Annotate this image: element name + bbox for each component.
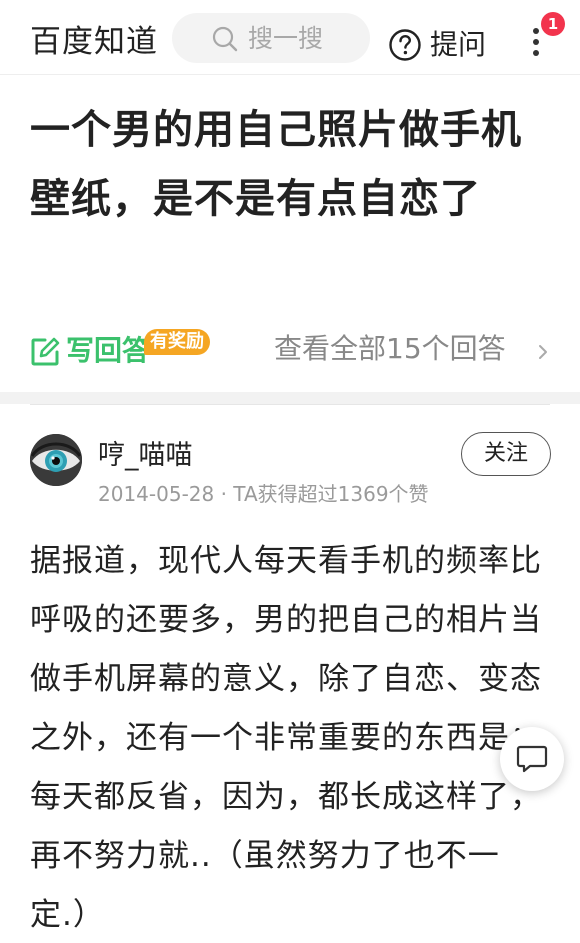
- search-placeholder: 搜一搜: [248, 24, 324, 53]
- chevron-right-icon: [539, 345, 547, 359]
- question-circle-icon: [389, 29, 421, 61]
- answer-username[interactable]: 哼_喵喵: [98, 438, 193, 474]
- divider-line: [30, 404, 550, 405]
- search-icon: [212, 26, 238, 52]
- comment-button[interactable]: [500, 727, 564, 791]
- edit-icon: [31, 337, 60, 366]
- header: 百度知道 搜一搜 提问 1: [0, 0, 580, 75]
- follow-button[interactable]: 关注: [461, 432, 551, 476]
- question-title: 一个男的用自己照片做手机壁纸，是不是有点自恋了: [30, 107, 522, 222]
- eye-avatar-image: [30, 434, 82, 486]
- answer-body: 据报道，现代人每天看手机的频率比呼吸的还要多，男的把自己的相片当做手机屏幕的意义…: [30, 543, 542, 933]
- comment-bubble-icon: [516, 745, 548, 773]
- ask-label: 提问: [430, 28, 487, 61]
- reward-tag: 有奖励: [144, 329, 210, 355]
- write-answer-label: 写回答: [66, 334, 151, 367]
- avatar[interactable]: [30, 434, 82, 486]
- section-divider: [0, 392, 580, 404]
- page: 百度知道 搜一搜 提问 1 一个男的用自己照片做手机壁纸，是不是有点自恋了 写回…: [0, 0, 580, 943]
- notification-badge: 1: [541, 12, 565, 36]
- answer-meta: 2014-05-28 · TA获得超过1369个赞: [98, 482, 429, 506]
- logo[interactable]: 百度知道: [30, 22, 158, 62]
- view-all-answers-link[interactable]: 查看全部15个回答: [274, 331, 506, 367]
- search-box[interactable]: 搜一搜: [172, 13, 370, 63]
